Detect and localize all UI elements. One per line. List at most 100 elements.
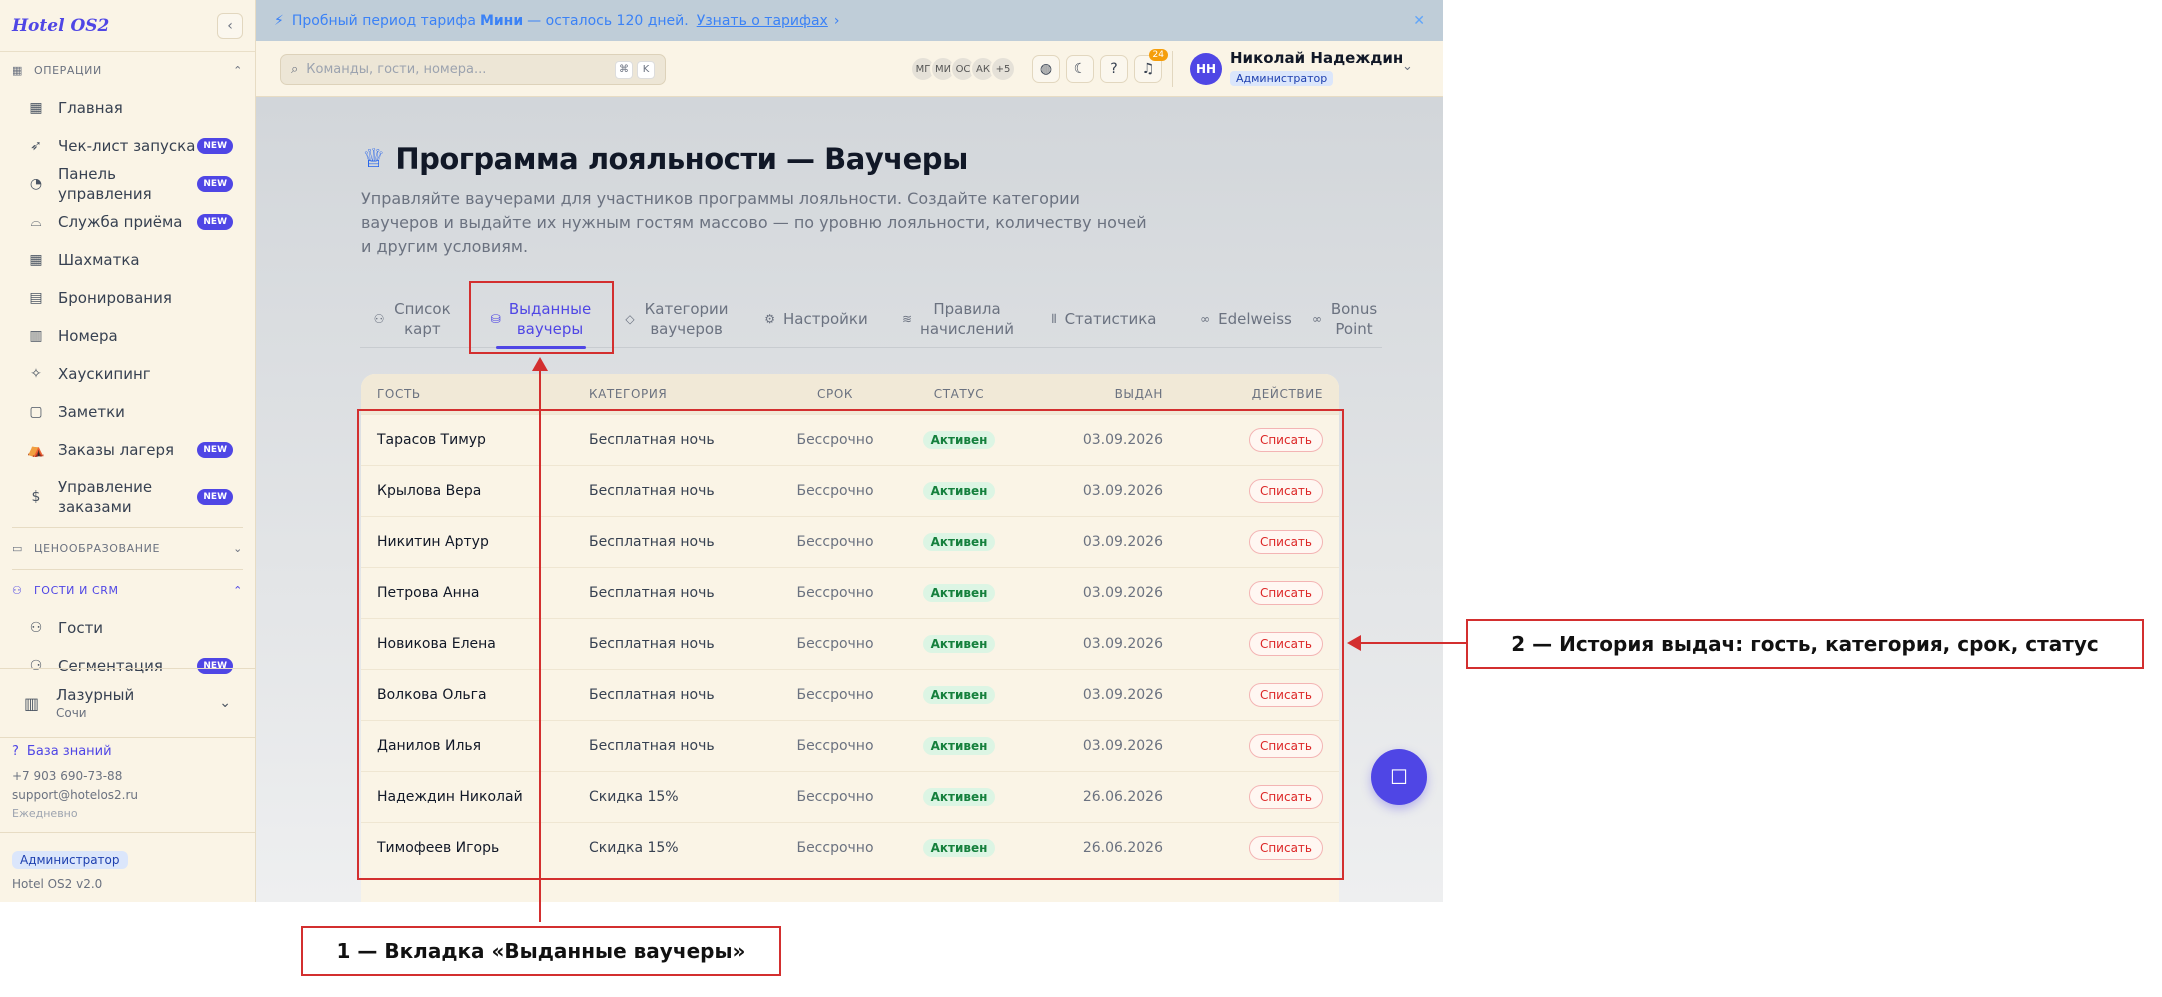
section-operations[interactable]: ▦ ОПЕРАЦИИ ⌃ xyxy=(0,52,255,89)
tab-label: Правила начислений xyxy=(920,300,1015,338)
sidebar-item-label: Управление заказами xyxy=(58,478,153,516)
annotation-connector xyxy=(1360,642,1466,644)
support-schedule: Ежедневно xyxy=(12,807,78,820)
write-off-button[interactable]: Списать xyxy=(1248,683,1323,707)
tab-settings[interactable]: ⚙ Настройки xyxy=(756,290,876,348)
table-row[interactable]: Тимофеев Игорь Скидка 15% Бессрочно Активен… xyxy=(361,822,1339,873)
section-guests-crm-label: ГОСТИ И CRM xyxy=(34,584,119,597)
section-guests-crm[interactable]: ⚇ ГОСТИ И CRM ⌃ xyxy=(0,572,255,609)
support-email[interactable]: support@hotelos2.ru xyxy=(12,788,138,802)
voucher-category: Бесплатная ночь xyxy=(589,738,715,754)
sidebar-item-label: Заметки xyxy=(58,403,125,421)
ticket-icon: ⛁ xyxy=(490,312,501,326)
close-banner-icon[interactable]: ✕ xyxy=(1413,13,1425,29)
command-search[interactable]: ⌕ Команды, гости, номера... ⌘ K xyxy=(280,54,666,85)
notifications-button[interactable]: ♫ 24 xyxy=(1134,49,1168,83)
table-row[interactable]: Петрова Анна Бесплатная ночь Бессрочно Акти… xyxy=(361,567,1339,618)
table-row[interactable]: Надеждин Николай Скидка 15% Бессрочно Актив… xyxy=(361,771,1339,822)
section-pricing[interactable]: ▭ ЦЕНООБРАЗОВАНИЕ ⌄ xyxy=(0,530,255,567)
table-row[interactable]: Крылова Вера Бесплатная ночь Бессрочно Акти… xyxy=(361,465,1339,516)
status-cell: Активен xyxy=(895,635,1023,653)
write-off-button[interactable]: Списать xyxy=(1248,428,1323,452)
issued-vouchers-table: ГОСТЬ КАТЕГОРИЯ СРОК СТАТУС ВЫДАН ДЕЙСТВ… xyxy=(361,374,1339,902)
search-input[interactable]: Команды, гости, номера... xyxy=(306,62,486,77)
voucher-term: Бессрочно xyxy=(796,534,874,550)
online-users[interactable]: МГ МИ ОС АК +5 xyxy=(910,56,1016,82)
dark-mode-button[interactable]: ☾ xyxy=(1066,55,1094,83)
chat-button[interactable]: ☐ xyxy=(1371,749,1427,805)
hotel-switcher[interactable]: ▥ Лазурный Сочи ⌄ xyxy=(0,668,255,738)
sidebar-item-rooms[interactable]: ▥ Номера xyxy=(0,317,255,355)
chevron-down-icon[interactable]: ⌄ xyxy=(1402,59,1413,74)
table-row[interactable]: Никитин Артур Бесплатная ночь Бессрочно Акт… xyxy=(361,516,1339,567)
hotel-info: Лазурный Сочи xyxy=(56,686,134,720)
sidebar-item-home[interactable]: ▦ Главная xyxy=(0,89,255,127)
moon-icon: ☾ xyxy=(1073,61,1087,77)
sidebar-item-chessboard[interactable]: ▦ Шахматка xyxy=(0,241,255,279)
help-button[interactable]: ? xyxy=(1100,55,1128,83)
write-off-button[interactable]: Списать xyxy=(1248,632,1323,656)
sidebar: Hotel OS2 ‹ ▦ ОПЕРАЦИИ ⌃ ▦ Главная ➶ Чек… xyxy=(0,0,256,902)
sidebar-item-housekeeping[interactable]: ✧ Хаускипинг xyxy=(0,355,255,393)
tab-statistics[interactable]: ⫴ Статистика xyxy=(1044,290,1164,348)
sidebar-item-notes[interactable]: ▢ Заметки xyxy=(0,393,255,431)
chat-bubble-icon: ☐ xyxy=(1390,765,1408,789)
guest-name: Данилов Илья xyxy=(377,738,482,754)
sidebar-item-bookings[interactable]: ▤ Бронирования xyxy=(0,279,255,317)
status-badge: Активен xyxy=(922,737,996,755)
sidebar-item-guests[interactable]: ⚇ Гости xyxy=(0,609,255,647)
user-avatar[interactable]: НН xyxy=(1190,53,1222,85)
shortcut-hint: ⌘ K xyxy=(615,60,655,79)
chevron-right-icon: › xyxy=(833,12,840,29)
table-row[interactable]: Волкова Ольга Бесплатная ночь Бессрочно Акт… xyxy=(361,669,1339,720)
tab-cards-list[interactable]: ⚇ Список карт xyxy=(360,290,466,348)
tab-voucher-categories[interactable]: ◇ Категории ваучеров xyxy=(618,290,738,348)
guest-name: Никитин Артур xyxy=(377,534,489,550)
voucher-term: Бессрочно xyxy=(796,840,874,856)
sidebar-item-camp-orders[interactable]: ⛺ Заказы лагеря NEW xyxy=(0,431,255,469)
write-off-button[interactable]: Списать xyxy=(1248,785,1323,809)
clipboard-icon: ▤ xyxy=(29,290,43,306)
kbd-k: K xyxy=(637,60,655,79)
write-off-button[interactable]: Списать xyxy=(1248,581,1323,605)
users-icon: ⚇ xyxy=(29,620,43,636)
collapse-sidebar-button[interactable]: ‹ xyxy=(217,12,243,39)
voucher-category: Бесплатная ночь xyxy=(589,687,715,703)
user-name[interactable]: Николай Надеждин xyxy=(1230,49,1403,67)
voucher-term: Бессрочно xyxy=(796,687,874,703)
write-off-button[interactable]: Списать xyxy=(1248,836,1323,860)
action-cell: Списать xyxy=(1163,428,1339,452)
knowledge-base-link[interactable]: ? База знаний xyxy=(12,744,138,759)
support-phone[interactable]: +7 903 690-73-88 xyxy=(12,769,138,783)
table-row[interactable]: Тарасов Тимур Бесплатная ночь Бессрочно Акт… xyxy=(361,414,1339,465)
tab-edelweiss[interactable]: ∞ Edelweiss xyxy=(1190,290,1302,348)
write-off-button[interactable]: Списать xyxy=(1248,479,1323,503)
brand-logo[interactable]: Hotel OS2 xyxy=(12,16,109,36)
status-badge: Активен xyxy=(922,635,996,653)
tab-label: Edelweiss xyxy=(1218,310,1292,328)
table-row[interactable]: Данилов Илья Бесплатная ночь Бессрочно Акти… xyxy=(361,720,1339,771)
gauge-icon: ◔ xyxy=(29,176,43,192)
sparkle-icon: ✧ xyxy=(30,366,42,382)
sidebar-item-launch-checklist[interactable]: ➶ Чек-лист запуска NEW xyxy=(0,127,255,165)
voucher-category: Бесплатная ночь xyxy=(589,534,715,550)
table-row[interactable]: Новикова Елена Бесплатная ночь Бессрочно Ак… xyxy=(361,618,1339,669)
sidebar-item-control-panel[interactable]: ◔ Панель управления NEW xyxy=(0,165,255,203)
sidebar-item-order-management[interactable]: $ Управление заказами NEW xyxy=(0,469,255,525)
theme-palette-button[interactable]: ◍ xyxy=(1032,55,1060,83)
new-badge: NEW xyxy=(197,442,233,458)
sidebar-item-label: Заказы лагеря xyxy=(58,441,175,459)
write-off-button[interactable]: Списать xyxy=(1248,530,1323,554)
status-cell: Активен xyxy=(895,686,1023,704)
new-badge: NEW xyxy=(197,176,233,192)
help-circle-icon: ? xyxy=(12,744,19,759)
notifications-count: 24 xyxy=(1148,49,1168,61)
tab-bonus-point[interactable]: ∞ Bonus Point xyxy=(1308,290,1382,348)
issued-date: 26.06.2026 xyxy=(1082,789,1163,805)
tab-issued-vouchers[interactable]: ⛁ Выданные ваучеры xyxy=(490,290,591,349)
write-off-button[interactable]: Списать xyxy=(1248,734,1323,758)
pricing-link[interactable]: Узнать о тарифах xyxy=(697,13,828,29)
tab-accrual-rules[interactable]: ≋ Правила начислений xyxy=(898,290,1018,348)
sidebar-item-front-desk[interactable]: ⌓ Служба приёма NEW xyxy=(0,203,255,241)
lightning-icon: ⚡ xyxy=(274,12,284,29)
